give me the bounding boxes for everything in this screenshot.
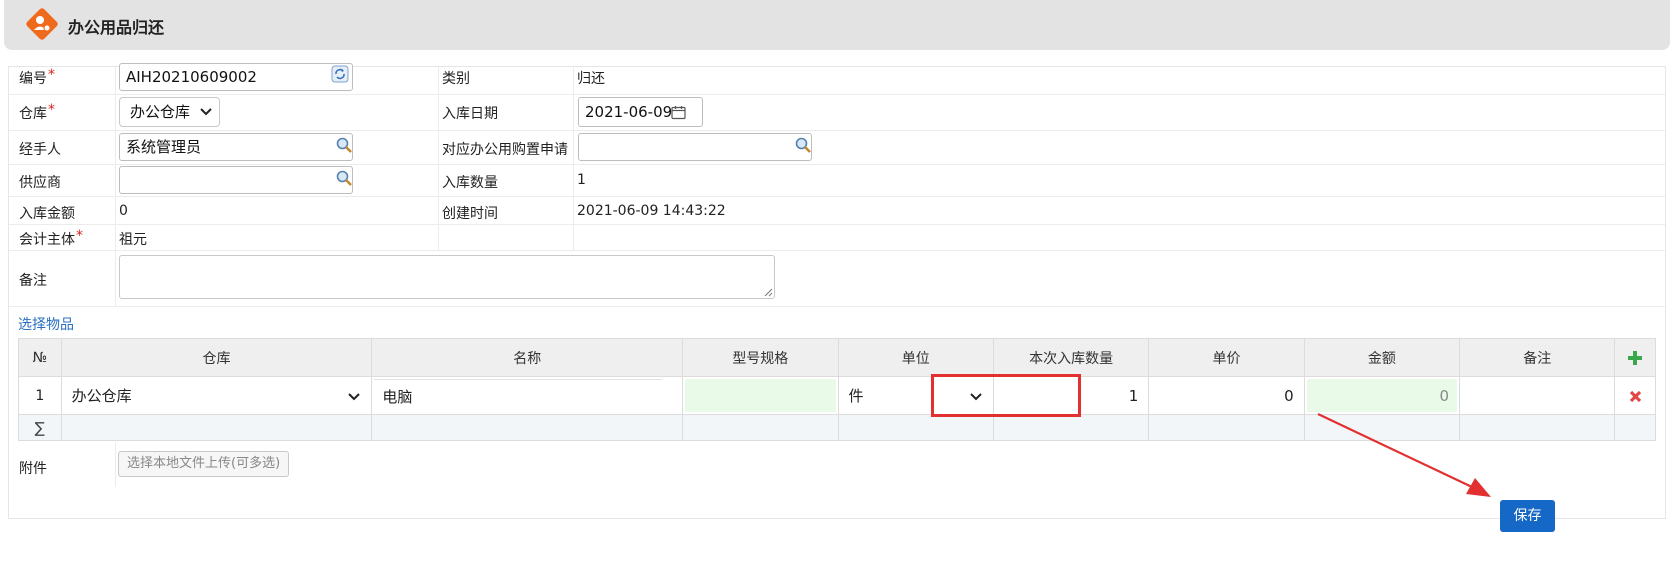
column-header-price: 单价 [1148, 338, 1305, 377]
in-date-label: 入库日期 [442, 106, 498, 122]
page-title: 办公用品归还 [68, 18, 165, 37]
column-header-unit: 单位 [837, 338, 994, 377]
row-amount-input[interactable]: 0 [1306, 379, 1458, 412]
handler-input[interactable]: 系统管理员 [119, 133, 353, 161]
row-price-cell: 0 [1148, 376, 1305, 415]
column-header-amount: 金额 [1303, 338, 1461, 377]
form-row-code: 编号* AIH20210609002 类别 归还 [9, 63, 1665, 95]
chevron-down-icon [200, 108, 212, 116]
column-header-qty: 本次入库数量 [992, 338, 1150, 377]
entity-value: 祖元 [119, 232, 147, 248]
row-unit-value: 件 [848, 387, 864, 405]
remark-textarea[interactable] [119, 255, 775, 299]
supplier-label: 供应商 [19, 175, 61, 191]
warehouse-select-value: 办公仓库 [130, 103, 191, 121]
column-header-no: № [18, 338, 62, 377]
row-name-input[interactable]: 电脑 [374, 379, 663, 412]
handler-label: 经手人 [19, 142, 61, 158]
category-value: 归还 [577, 71, 605, 87]
handler-value: 系统管理员 [126, 138, 202, 156]
in-amount-value: 0 [119, 203, 128, 219]
resize-handle-icon[interactable] [763, 287, 773, 297]
created-time-label: 创建时间 [442, 206, 498, 222]
row-spec-cell [682, 376, 839, 415]
row-amount-value: 0 [1439, 387, 1450, 405]
highlight-box [931, 374, 1081, 417]
sum-row: ∑ [18, 414, 1656, 441]
attachment-label: 附件 [19, 461, 47, 477]
form-row-remark: 备注 [9, 251, 1665, 307]
row-no: 1 [18, 376, 62, 415]
add-row-icon[interactable] [1628, 350, 1643, 365]
form-row-warehouse: 仓库* 办公仓库 入库日期 2021-06-09 [9, 95, 1665, 131]
upload-files-button[interactable]: 选择本地文件上传(可多选) [118, 451, 290, 477]
search-icon[interactable] [794, 136, 812, 154]
table-row: 1 办公仓库 电脑 件 1 0 0 [18, 376, 1656, 415]
save-button[interactable]: 保存 [1500, 500, 1555, 532]
required-mark: * [48, 67, 55, 83]
items-table: № 仓库 名称 型号规格 单位 本次入库数量 单价 金额 备注 1 办公仓库 电… [18, 338, 1656, 441]
table-header-row: № 仓库 名称 型号规格 单位 本次入库数量 单价 金额 备注 [18, 338, 1656, 377]
delete-row-cell [1614, 376, 1656, 415]
entity-label: 会计主体 [19, 232, 75, 248]
in-date-value: 2021-06-09 [585, 103, 673, 121]
warehouse-label: 仓库 [19, 106, 47, 122]
row-warehouse-cell: 办公仓库 [60, 376, 373, 415]
row-name-cell: 电脑 [371, 376, 684, 415]
purchase-request-input[interactable] [578, 133, 812, 161]
remark-label: 备注 [19, 273, 47, 289]
refresh-code-icon[interactable] [331, 65, 349, 83]
created-time-value: 2021-06-09 14:43:22 [577, 203, 726, 219]
row-name-value: 电脑 [382, 388, 413, 406]
column-header-remark: 备注 [1459, 338, 1616, 377]
add-row-cell [1614, 338, 1656, 377]
search-icon[interactable] [335, 136, 353, 154]
row-remark-input[interactable] [1462, 379, 1613, 412]
purchase-request-label: 对应办公用购置申请 [442, 142, 568, 158]
row-remark-cell [1459, 376, 1616, 415]
form-row-amount: 入库金额 0 创建时间 2021-06-09 14:43:22 [9, 197, 1665, 225]
page-header: 办公用品归还 [4, 0, 1670, 50]
column-header-warehouse: 仓库 [60, 338, 373, 377]
row-price-input[interactable]: 0 [1151, 379, 1302, 412]
code-label: 编号 [19, 71, 47, 87]
sum-symbol: ∑ [18, 414, 62, 441]
column-header-name: 名称 [371, 338, 684, 377]
row-qty-value: 1 [1128, 387, 1139, 405]
code-value: AIH20210609002 [126, 68, 257, 86]
search-icon[interactable] [335, 169, 353, 187]
chevron-down-icon [348, 393, 361, 401]
in-qty-value: 1 [577, 172, 586, 188]
category-label: 类别 [442, 71, 470, 87]
select-items-link[interactable]: 选择物品 [18, 314, 74, 334]
row-spec-input[interactable] [685, 379, 836, 412]
in-date-input[interactable]: 2021-06-09 [578, 97, 703, 127]
required-mark: * [48, 102, 55, 118]
row-price-value: 0 [1284, 387, 1294, 405]
office-supplies-logo-icon [26, 8, 58, 40]
form-row-supplier: 供应商 入库数量 1 [9, 165, 1665, 197]
row-warehouse-value: 办公仓库 [71, 387, 132, 405]
form-row-handler: 经手人 系统管理员 对应办公用购置申请 [9, 131, 1665, 165]
code-input[interactable]: AIH20210609002 [119, 63, 353, 91]
in-amount-label: 入库金额 [19, 206, 75, 222]
supplier-input[interactable] [119, 166, 353, 194]
in-qty-label: 入库数量 [442, 175, 498, 191]
delete-row-icon[interactable] [1629, 390, 1642, 403]
form-row-entity: 会计主体* 祖元 [9, 225, 1665, 251]
row-warehouse-select[interactable]: 办公仓库 [63, 379, 370, 412]
column-header-spec: 型号规格 [682, 338, 839, 377]
row-amount-cell: 0 [1303, 376, 1461, 415]
calendar-icon[interactable] [671, 105, 686, 120]
required-mark: * [76, 228, 83, 244]
warehouse-select[interactable]: 办公仓库 [119, 97, 220, 127]
